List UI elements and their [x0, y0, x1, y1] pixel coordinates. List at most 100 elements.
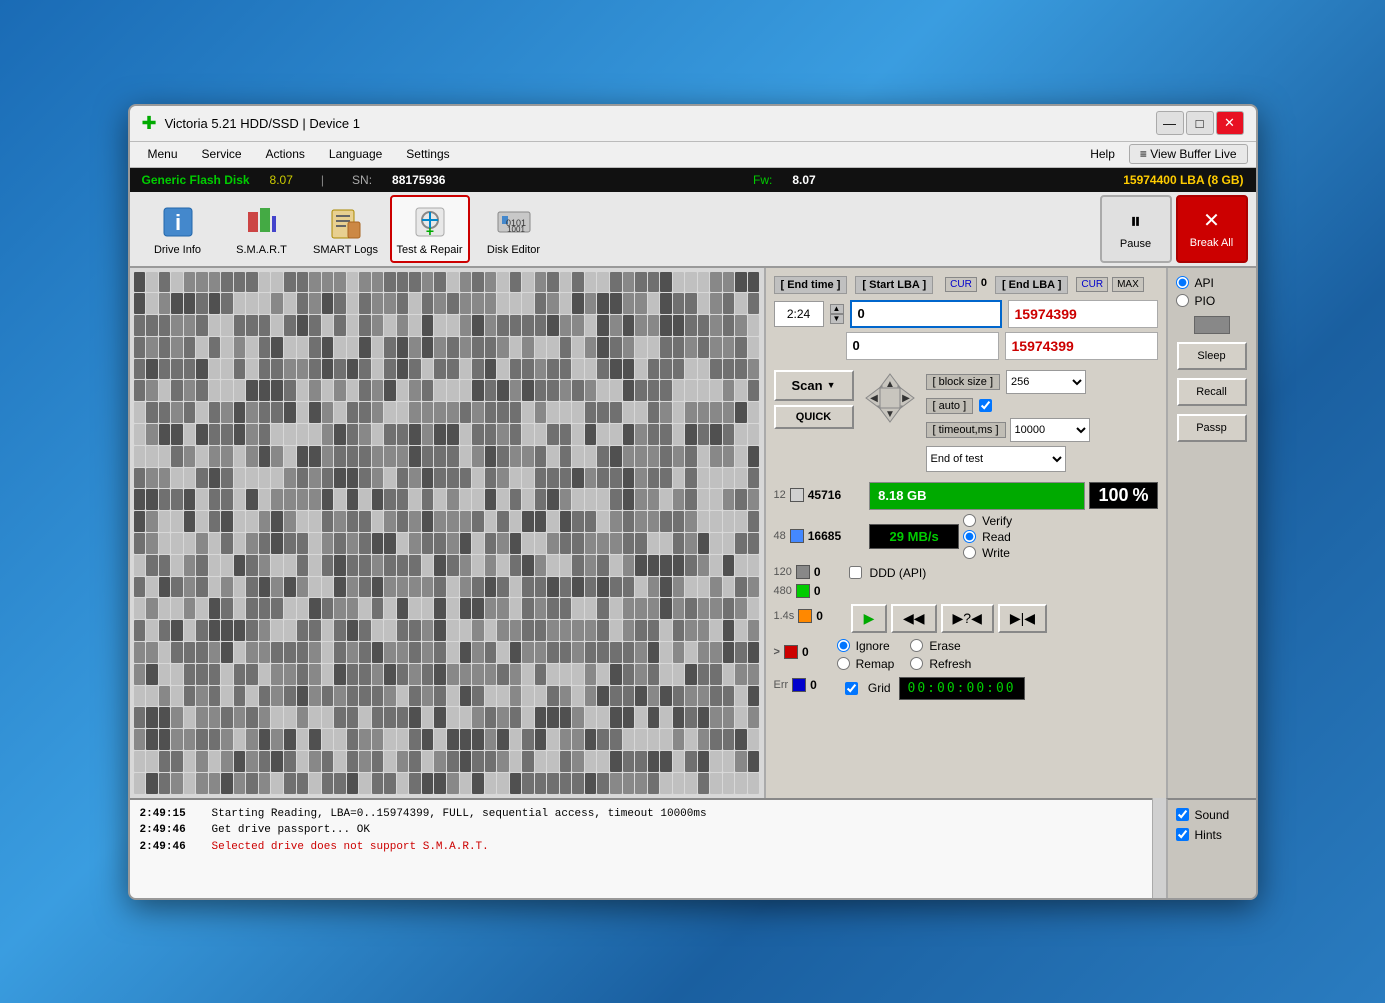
progress-size: 8.18 GB	[878, 488, 926, 503]
time-down-arrow[interactable]: ▼	[830, 314, 844, 324]
end-lba-second[interactable]	[1005, 332, 1158, 360]
break-all-button[interactable]: ✕ Break All	[1176, 195, 1248, 263]
menu-item-service[interactable]: Service	[192, 145, 252, 163]
pio-radio[interactable]	[1176, 294, 1189, 307]
diamond-control: ▲ ◀ ▶ ▼	[862, 370, 918, 426]
sound-label: Sound	[1195, 808, 1230, 822]
smart-logs-label: SMART Logs	[313, 244, 378, 256]
view-buffer-button[interactable]: ≡ View Buffer Live	[1129, 144, 1248, 164]
side-panel: API PIO Sleep Recall Passp	[1166, 268, 1256, 798]
pio-label: PIO	[1195, 294, 1216, 308]
stat-gt-value: 0	[802, 645, 809, 659]
stats-row-7: Err 0 Grid 00:00:00:00	[774, 673, 1158, 700]
verify-radio[interactable]	[963, 514, 976, 527]
menu-item-help[interactable]: Help	[1080, 145, 1125, 163]
minimize-button[interactable]: —	[1156, 111, 1184, 135]
refresh-row: Refresh	[910, 657, 971, 671]
sound-row: Sound	[1176, 808, 1248, 822]
svg-text:i: i	[174, 210, 180, 235]
refresh-radio[interactable]	[910, 657, 923, 670]
time-up-arrow[interactable]: ▲	[830, 304, 844, 314]
start-lba-second[interactable]	[846, 332, 999, 360]
api-radio[interactable]	[1176, 276, 1189, 289]
stats-row-6: > 0 Ignore	[774, 635, 1158, 671]
end-lba-input-right[interactable]	[1008, 300, 1158, 328]
menu-item-language[interactable]: Language	[319, 145, 392, 163]
menu-item-settings[interactable]: Settings	[396, 145, 459, 163]
recall-button[interactable]: Recall	[1177, 378, 1247, 406]
stats-row-1: 12 45716 8.18 GB 100 %	[774, 482, 1158, 510]
time-lba-row: 2:24 ▲ ▼	[774, 300, 1158, 328]
stat-48: 48 16685	[774, 529, 842, 543]
stat-err-label: Err	[774, 679, 789, 691]
block-size-select[interactable]: 256 512 1024	[1006, 370, 1086, 394]
close-button[interactable]: ✕	[1216, 111, 1244, 135]
menu-item-actions[interactable]: Actions	[256, 145, 315, 163]
play-button[interactable]: ▶	[851, 604, 887, 633]
stat-480-value: 0	[814, 584, 821, 598]
pause-button[interactable]: ⏸ Pause	[1100, 195, 1172, 263]
ddd-row: DDD (API)	[849, 566, 927, 580]
smart-button[interactable]: S.M.A.R.T	[222, 195, 302, 263]
erase-radio[interactable]	[910, 639, 923, 652]
stat-1s4-value: 0	[816, 609, 823, 623]
skip-error-button[interactable]: ▶?◀	[941, 604, 994, 633]
grid-checkbox[interactable]	[845, 682, 858, 695]
end-of-test-select[interactable]: End of test Shutdown Reboot	[926, 446, 1066, 472]
log-row-1: 2:49:46 Get drive passport... OK	[140, 822, 1142, 839]
write-row: Write	[963, 546, 1012, 560]
menu-item-menu[interactable]: Menu	[138, 145, 188, 163]
smart-icon	[242, 202, 282, 242]
toolbar-right: ⏸ Pause ✕ Break All	[1100, 195, 1248, 263]
quick-button[interactable]: QUICK	[774, 405, 854, 429]
repair-section: Ignore Remap Erase	[837, 639, 972, 671]
hints-row: Hints	[1176, 828, 1248, 842]
rewind-button[interactable]: ◀◀	[891, 604, 937, 633]
drive-info-button[interactable]: i Drive Info	[138, 195, 218, 263]
stat-120-color	[796, 565, 810, 579]
write-label: Write	[982, 546, 1010, 560]
menu-bar: Menu Service Actions Language Settings H…	[130, 142, 1256, 168]
erase-row: Erase	[910, 639, 971, 653]
sound-checkbox[interactable]	[1176, 808, 1189, 821]
end-time-label: [ End time ]	[774, 276, 848, 294]
end-cur-max-tags: CUR MAX	[1076, 277, 1143, 292]
max-tag: MAX	[1112, 277, 1144, 292]
percent-value: 100	[1098, 485, 1128, 506]
stat-1s4-label: 1.4s	[774, 610, 795, 622]
content-area: [ End time ] [ Start LBA ] CUR 0 [ End L…	[130, 268, 1256, 798]
sleep-button[interactable]: Sleep	[1177, 342, 1247, 370]
hints-checkbox[interactable]	[1176, 828, 1189, 841]
ignore-label: Ignore	[856, 639, 890, 653]
log-msg-2: Selected drive does not support S.M.A.R.…	[212, 839, 489, 856]
log-scrollbar[interactable]	[1152, 798, 1166, 898]
ddd-checkbox[interactable]	[849, 566, 862, 579]
skip-end-button[interactable]: ▶|◀	[998, 604, 1047, 633]
read-row: Read	[963, 530, 1012, 544]
auto-checkbox[interactable]	[979, 399, 992, 412]
speed-display: 29 MB/s	[869, 524, 959, 549]
timeout-select[interactable]: 10000 5000 15000	[1010, 418, 1090, 442]
ignore-radio[interactable]	[837, 639, 850, 652]
remap-radio[interactable]	[837, 657, 850, 670]
end-time-input[interactable]: 2:24	[774, 301, 824, 327]
playback-controls: ▶ ◀◀ ▶?◀ ▶|◀	[851, 604, 1047, 633]
log-row-2: 2:49:46 Selected drive does not support …	[140, 839, 1142, 856]
cur-tag: CUR	[945, 277, 977, 292]
disk-editor-button[interactable]: 0101 1001 Disk Editor	[474, 195, 554, 263]
api-row: API	[1176, 276, 1248, 290]
stat-48-color	[790, 529, 804, 543]
read-radio[interactable]	[963, 530, 976, 543]
passp-button[interactable]: Passp	[1177, 414, 1247, 442]
auto-row: [ auto ]	[926, 398, 1090, 414]
start-lba-input[interactable]	[850, 300, 1002, 328]
write-radio[interactable]	[963, 546, 976, 559]
smart-logs-button[interactable]: SMART Logs	[306, 195, 386, 263]
stat-1s4-color	[798, 609, 812, 623]
svg-text:1001: 1001	[507, 225, 525, 234]
window-title: Victoria 5.21 HDD/SSD | Device 1	[165, 116, 1156, 131]
maximize-button[interactable]: □	[1186, 111, 1214, 135]
scan-button[interactable]: Scan	[774, 370, 854, 401]
test-repair-button[interactable]: + Test & Repair	[390, 195, 470, 263]
progress-bar: 8.18 GB	[869, 482, 1085, 510]
